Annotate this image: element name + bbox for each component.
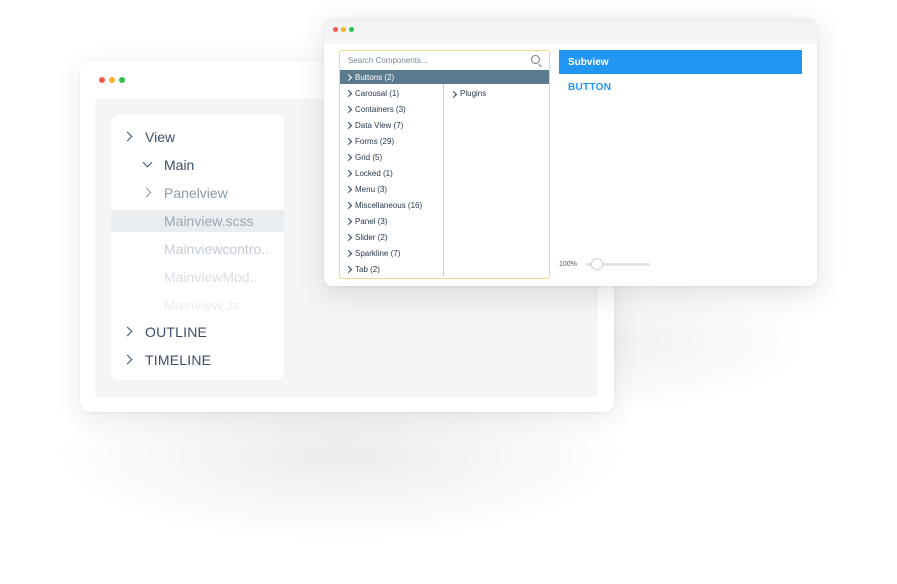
tree-item-main[interactable]: Main — [111, 154, 284, 176]
components-window: Search Components... Buttons (2) Carousa… — [324, 18, 817, 286]
chevron-right-icon — [346, 185, 352, 193]
maximize-dot-icon[interactable] — [119, 77, 125, 83]
minimize-dot-icon[interactable] — [109, 77, 115, 83]
search-icon[interactable] — [531, 55, 540, 64]
list-item[interactable]: Miscellaneous (16) — [340, 198, 444, 212]
section-label: TIMELINE — [145, 352, 212, 368]
chevron-right-icon — [346, 105, 352, 113]
chevron-right-icon — [346, 89, 352, 97]
search-placeholder: Search Components... — [348, 56, 428, 65]
list-item[interactable]: Slider (2) — [340, 230, 444, 244]
window-controls — [333, 27, 354, 32]
chevron-right-icon — [451, 90, 457, 98]
list-item-label: Containers (3) — [355, 104, 406, 114]
tree-item-label: View — [145, 129, 176, 145]
chevron-right-icon — [142, 188, 152, 198]
chevron-right-icon — [346, 233, 352, 241]
section-label: OUTLINE — [145, 324, 208, 340]
section-outline[interactable]: OUTLINE — [111, 321, 284, 343]
close-dot-icon[interactable] — [99, 77, 105, 83]
close-dot-icon[interactable] — [333, 27, 338, 32]
subview-header[interactable]: Subview — [559, 50, 802, 74]
list-item-label: Menu (3) — [355, 184, 388, 194]
search-input[interactable]: Search Components... — [340, 51, 549, 70]
list-item[interactable]: Menu (3) — [340, 182, 444, 196]
list-item-label: Panel (3) — [355, 216, 388, 226]
tree-item-file[interactable]: Mainview.scss — [111, 210, 284, 232]
list-item-label: Buttons (2) — [355, 72, 395, 82]
components-panel: Search Components... Buttons (2) Carousa… — [339, 50, 550, 279]
chevron-right-icon — [346, 137, 352, 145]
list-item[interactable]: Panel (3) — [340, 214, 444, 228]
list-item-label: Forms (29) — [355, 136, 395, 146]
section-timeline[interactable]: TIMELINE — [111, 349, 284, 371]
list-item-label: Locked (1) — [355, 168, 393, 178]
title-bar — [324, 18, 817, 44]
list-item-label: Carousal (1) — [355, 88, 400, 98]
chevron-right-icon — [346, 265, 352, 273]
list-item-label: Grid (5) — [355, 152, 383, 162]
list-item-plugins[interactable]: Plugins — [451, 89, 486, 98]
list-item[interactable]: Locked (1) — [340, 166, 444, 180]
tree-item-view[interactable]: View — [111, 126, 284, 148]
tree-item-file[interactable]: Mainviewcontro.. — [111, 238, 284, 260]
list-item[interactable]: Tab (2) — [340, 262, 444, 276]
list-item[interactable]: Forms (29) — [340, 134, 444, 148]
minimize-dot-icon[interactable] — [341, 27, 346, 32]
list-item[interactable]: Grid (5) — [340, 150, 444, 164]
list-item-label: Tab (2) — [355, 264, 380, 274]
tree-item-label: Panelview — [164, 185, 228, 201]
chevron-right-icon — [123, 327, 133, 337]
zoom-slider-thumb[interactable] — [591, 258, 603, 270]
file-tree: View Main Panelview Mainview.scss Mainvi… — [111, 115, 284, 380]
tree-item-file[interactable]: Mainview.Js — [111, 294, 284, 316]
tree-item-file[interactable]: MainviewMod.. — [111, 266, 284, 288]
chevron-right-icon — [123, 355, 133, 365]
chevron-right-icon — [346, 201, 352, 209]
chevron-right-icon — [346, 249, 352, 257]
chevron-right-icon — [346, 121, 352, 129]
tree-item-label: Main — [164, 157, 195, 173]
window-controls — [99, 77, 125, 83]
preview-button[interactable]: BUTTON — [568, 82, 611, 93]
stage: View Main Panelview Mainview.scss Mainvi… — [0, 0, 897, 584]
list-item[interactable]: Data View (7) — [340, 118, 444, 132]
tree-item-panelview[interactable]: Panelview — [111, 182, 284, 204]
chevron-down-icon — [142, 160, 152, 170]
list-item-label: Slider (2) — [355, 232, 388, 242]
tree-item-label: Mainviewcontro.. — [164, 241, 270, 257]
chevron-right-icon — [346, 169, 352, 177]
list-item-buttons[interactable]: Buttons (2) — [340, 70, 549, 84]
tree-item-label: Mainview.scss — [164, 213, 254, 229]
chevron-right-icon — [346, 217, 352, 225]
subview-label: Subview — [568, 56, 609, 68]
list-item-label: Miscellaneous (16) — [355, 200, 423, 210]
zoom-label: 100% — [559, 261, 577, 268]
list-item[interactable]: Sparkline (7) — [340, 246, 444, 260]
list-item[interactable]: Containers (3) — [340, 102, 444, 116]
chevron-right-icon — [346, 73, 352, 81]
tree-item-label: Mainview.Js — [164, 297, 240, 313]
maximize-dot-icon[interactable] — [349, 27, 354, 32]
tree-item-label: MainviewMod.. — [164, 269, 258, 285]
list-item[interactable]: Carousal (1) — [340, 86, 444, 100]
list-item-label: Plugins — [460, 89, 487, 98]
chevron-right-icon — [346, 153, 352, 161]
list-item-label: Data View (7) — [355, 120, 404, 130]
list-item-label: Sparkline (7) — [355, 248, 401, 258]
chevron-right-icon — [123, 132, 133, 142]
